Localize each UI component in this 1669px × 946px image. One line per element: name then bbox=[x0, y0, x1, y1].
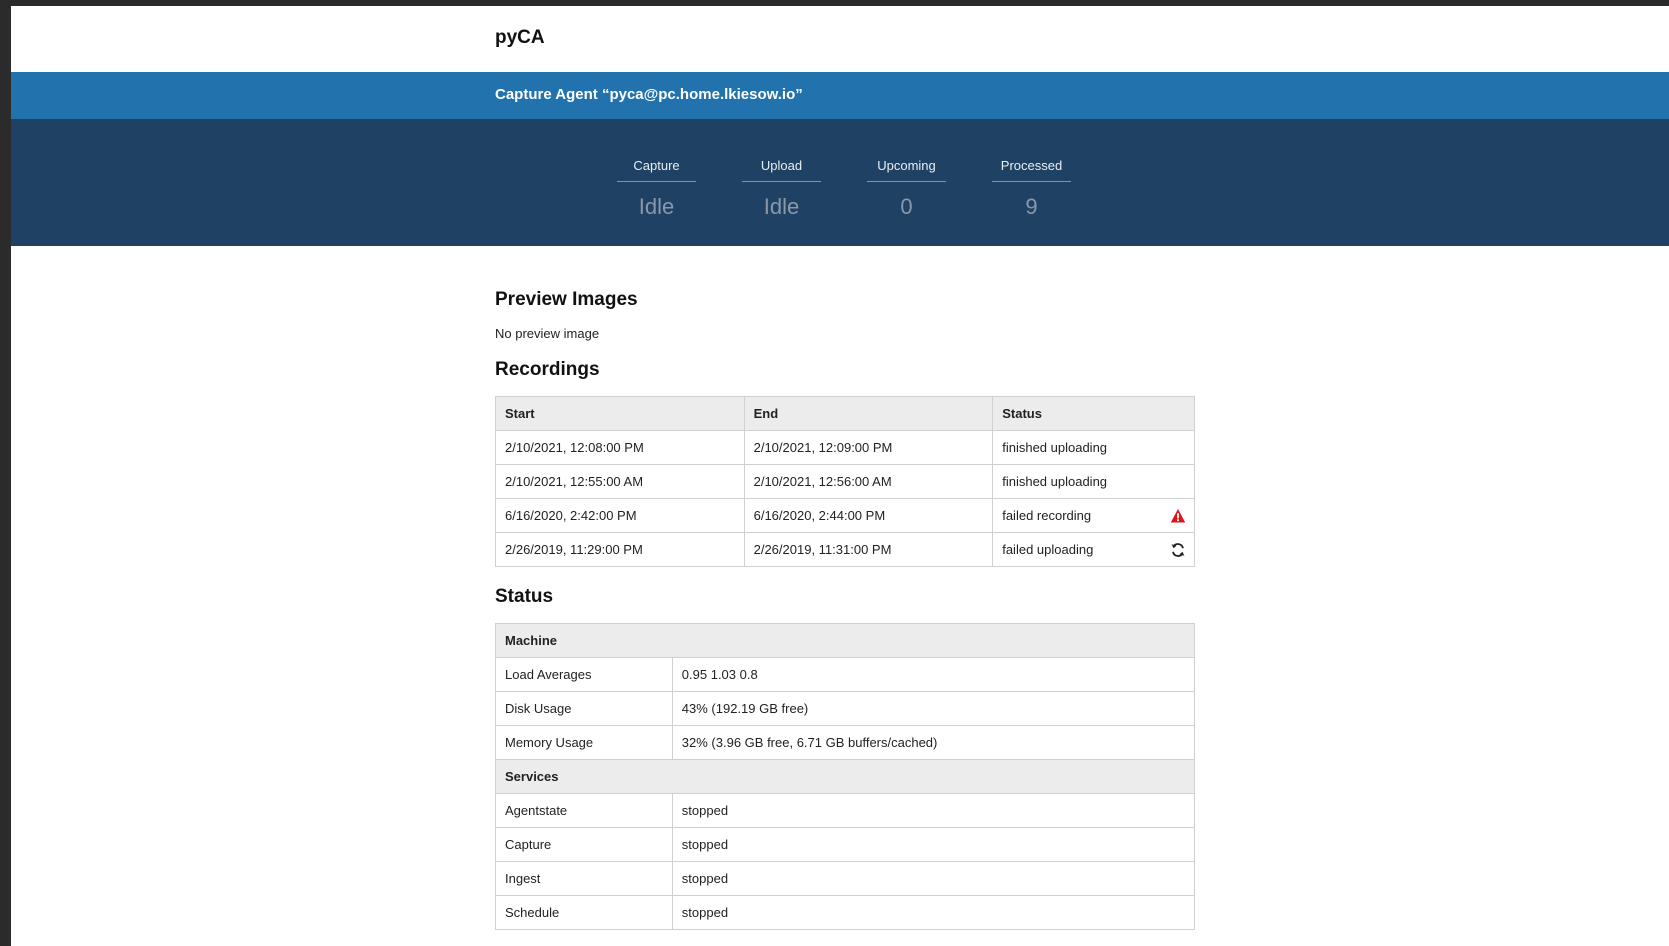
recordings-table: Start End Status 2/10/2021, 12:08:00 PM … bbox=[495, 396, 1195, 567]
status-value: stopped bbox=[671, 895, 1196, 930]
status-text: failed uploading bbox=[1002, 542, 1094, 557]
recordings-heading: Recordings bbox=[495, 359, 600, 380]
status-key: Ingest bbox=[495, 861, 673, 896]
cell-end: 2/10/2021, 12:09:00 PM bbox=[743, 430, 994, 465]
column-header-status: Status bbox=[992, 396, 1195, 431]
table-row: Ingest stopped bbox=[495, 861, 1196, 896]
stat-label: Upload bbox=[742, 159, 821, 182]
stats-row: Capture Idle Upload Idle Upcoming 0 Proc… bbox=[617, 159, 1071, 218]
cell-status: finished uploading bbox=[992, 430, 1195, 465]
cell-end: 2/26/2019, 11:31:00 PM bbox=[743, 532, 994, 567]
status-value: 0.95 1.03 0.8 bbox=[671, 657, 1196, 692]
cell-end: 6/16/2020, 2:44:00 PM bbox=[743, 498, 994, 533]
cell-start: 2/26/2019, 11:29:00 PM bbox=[495, 532, 745, 567]
status-value: stopped bbox=[671, 793, 1196, 828]
cell-end: 2/10/2021, 12:56:00 AM bbox=[743, 464, 994, 499]
status-value: stopped bbox=[671, 827, 1196, 862]
app-window: pyCA Capture Agent “pyca@pc.home.lkiesow… bbox=[11, 6, 1669, 946]
status-value: stopped bbox=[671, 861, 1196, 896]
status-text: finished uploading bbox=[1002, 474, 1108, 489]
warning-icon bbox=[1170, 508, 1186, 522]
services-section-header: Services bbox=[495, 759, 1195, 794]
cell-status: failed uploading bbox=[992, 532, 1195, 567]
agent-title: Capture Agent “pyca@pc.home.lkiesow.io” bbox=[495, 86, 803, 103]
table-row: Disk Usage 43% (192.19 GB free) bbox=[495, 691, 1196, 726]
table-row: Capture stopped bbox=[495, 827, 1196, 862]
cell-status: finished uploading bbox=[992, 464, 1195, 499]
column-header-end: End bbox=[743, 396, 994, 431]
retry-icon[interactable] bbox=[1170, 542, 1186, 558]
status-value: 43% (192.19 GB free) bbox=[671, 691, 1196, 726]
table-row: Schedule stopped bbox=[495, 895, 1196, 930]
status-key: Agentstate bbox=[495, 793, 673, 828]
status-table: Machine Load Averages 0.95 1.03 0.8 Disk… bbox=[495, 623, 1196, 930]
status-key: Load Averages bbox=[495, 657, 673, 692]
status-heading: Status bbox=[495, 586, 554, 607]
top-navbar: pyCA bbox=[11, 6, 1669, 72]
section-header-row: Services bbox=[495, 759, 1195, 794]
cell-status: failed recording bbox=[992, 498, 1195, 533]
section-header-row: Machine bbox=[495, 623, 1195, 658]
brand-logo[interactable]: pyCA bbox=[495, 6, 1195, 47]
stat-value: Idle bbox=[763, 194, 800, 219]
table-header-row: Start End Status bbox=[495, 396, 1195, 431]
status-text: failed recording bbox=[1002, 508, 1092, 523]
preview-empty-text: No preview image bbox=[495, 326, 600, 341]
cell-start: 2/10/2021, 12:08:00 PM bbox=[495, 430, 745, 465]
table-row: 6/16/2020, 2:42:00 PM 6/16/2020, 2:44:00… bbox=[495, 498, 1195, 533]
column-header-start: Start bbox=[495, 396, 745, 431]
stat-capture: Capture Idle bbox=[617, 159, 696, 218]
table-row: 2/26/2019, 11:29:00 PM 2/26/2019, 11:31:… bbox=[495, 532, 1195, 567]
status-text: finished uploading bbox=[1002, 440, 1108, 455]
cell-start: 6/16/2020, 2:42:00 PM bbox=[495, 498, 745, 533]
stat-value: Idle bbox=[638, 194, 675, 219]
preview-heading: Preview Images bbox=[495, 289, 638, 310]
machine-section-header: Machine bbox=[495, 623, 1195, 658]
table-row: Load Averages 0.95 1.03 0.8 bbox=[495, 657, 1196, 692]
stat-upload: Upload Idle bbox=[742, 159, 821, 218]
status-key: Schedule bbox=[495, 895, 673, 930]
status-key: Memory Usage bbox=[495, 725, 673, 760]
table-row: Memory Usage 32% (3.96 GB free, 6.71 GB … bbox=[495, 725, 1196, 760]
table-row: Agentstate stopped bbox=[495, 793, 1196, 828]
stat-label: Processed bbox=[992, 159, 1071, 182]
stat-value: 9 bbox=[1025, 194, 1038, 219]
stat-processed: Processed 9 bbox=[992, 159, 1071, 218]
stat-value: 0 bbox=[900, 194, 913, 219]
status-key: Capture bbox=[495, 827, 673, 862]
stat-label: Upcoming bbox=[867, 159, 946, 182]
table-row: 2/10/2021, 12:08:00 PM 2/10/2021, 12:09:… bbox=[495, 430, 1195, 465]
stats-hero: Capture Idle Upload Idle Upcoming 0 Proc… bbox=[11, 119, 1669, 246]
status-key: Disk Usage bbox=[495, 691, 673, 726]
stat-label: Capture bbox=[617, 159, 696, 182]
status-value: 32% (3.96 GB free, 6.71 GB buffers/cache… bbox=[671, 725, 1196, 760]
table-row: 2/10/2021, 12:55:00 AM 2/10/2021, 12:56:… bbox=[495, 464, 1195, 499]
stat-upcoming: Upcoming 0 bbox=[867, 159, 946, 218]
agent-bar: Capture Agent “pyca@pc.home.lkiesow.io” bbox=[11, 72, 1669, 119]
cell-start: 2/10/2021, 12:55:00 AM bbox=[495, 464, 745, 499]
